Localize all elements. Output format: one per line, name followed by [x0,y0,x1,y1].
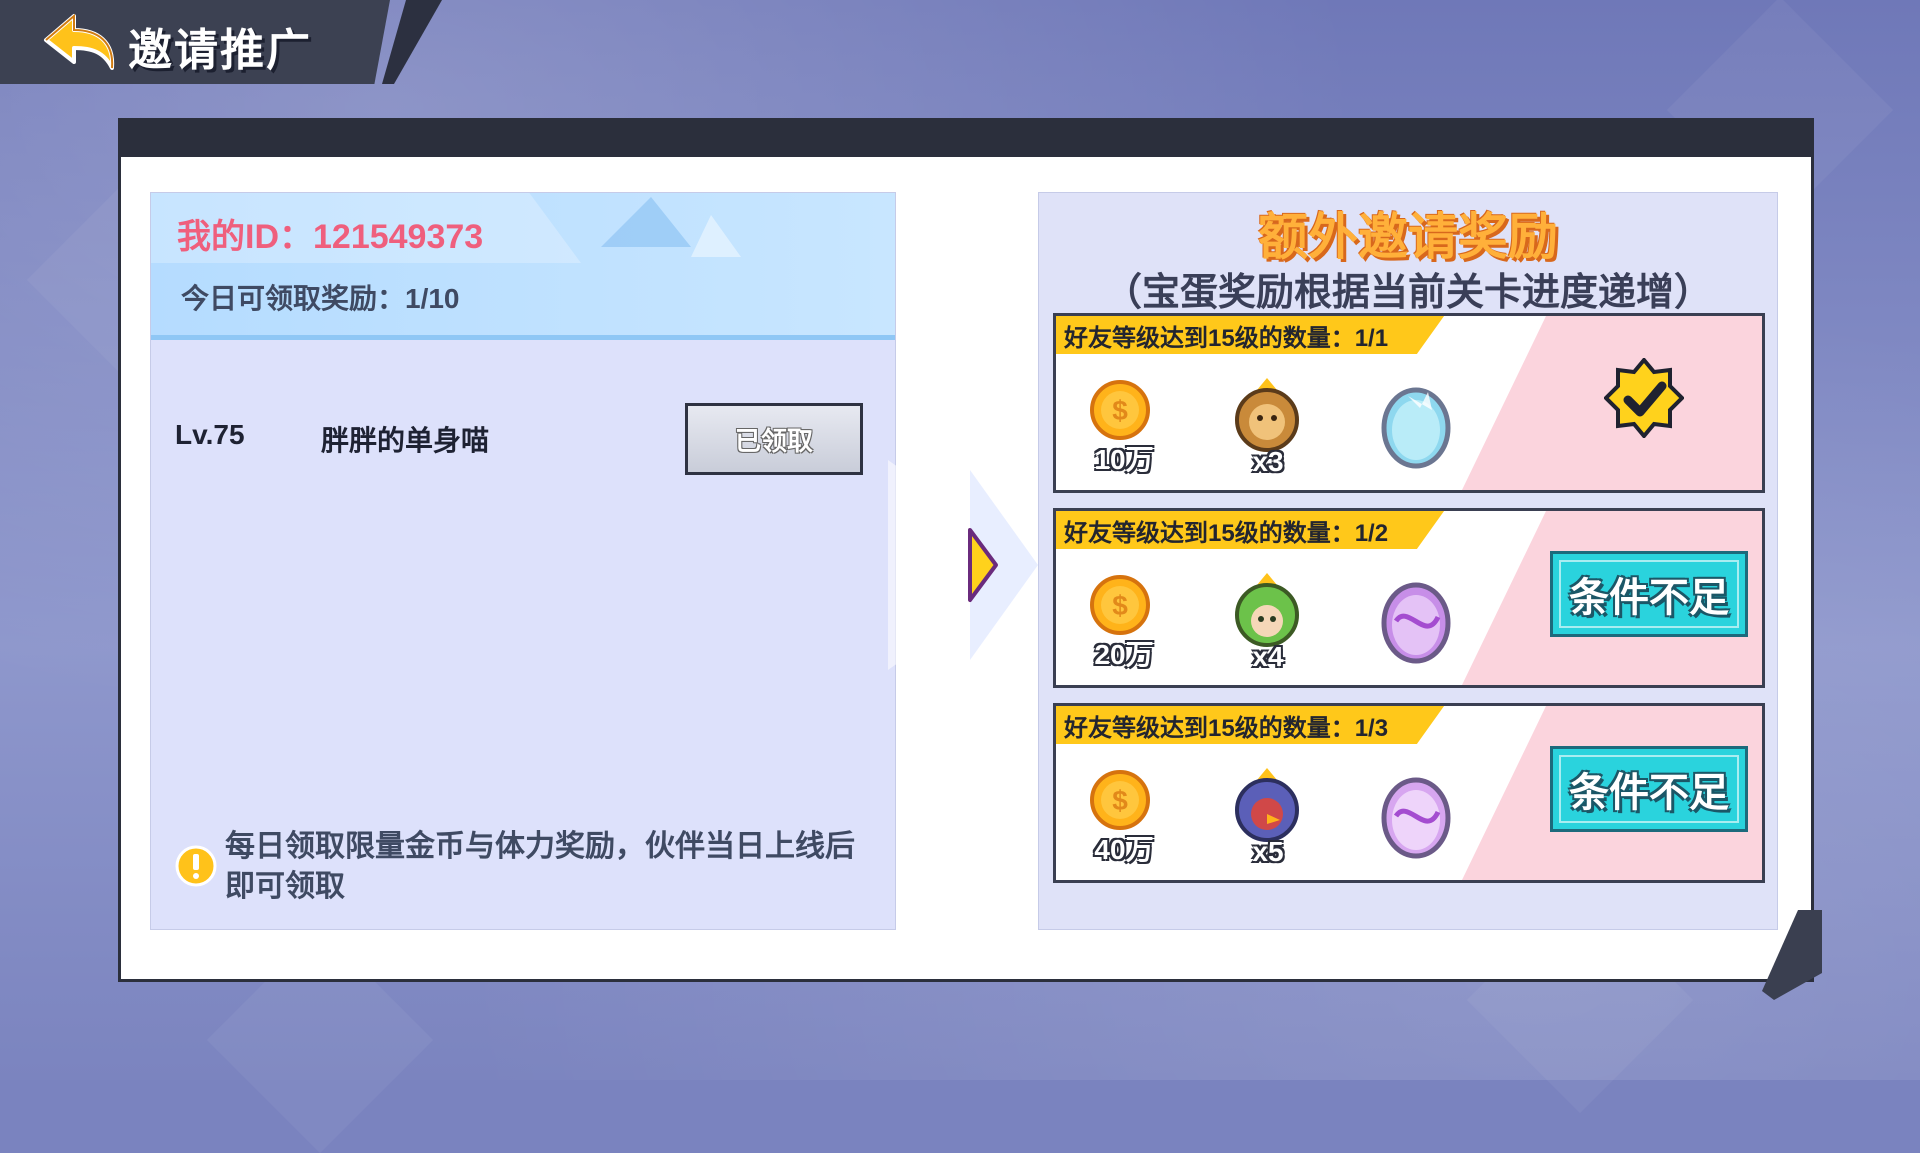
gold-reward: $ 20万 [1082,573,1166,673]
warning-icon [175,845,217,887]
purple-egg-icon [1381,777,1451,859]
condition-not-met-button[interactable]: 条件不足 [1550,551,1748,637]
invite-card: 我的ID：121549373 今日可领取奖励：1/10 Lv.75 胖胖的单身喵… [150,192,896,930]
page-title: 邀请推广 [128,26,312,75]
svg-text:$: $ [1112,395,1128,426]
extra-reward-title: 额外邀请奖励 [1258,209,1558,265]
friend-row: Lv.75 胖胖的单身喵 已领取 [175,403,875,483]
reward-condition: 好友等级达到15级的数量：1/3 [1056,706,1445,744]
bird-hero-icon [1235,768,1299,842]
extra-reward-card: 额外邀请奖励 （宝蛋奖励根据当前关卡进度递增） 好友等级达到15级的数量：1/1… [1038,192,1778,930]
reward-list: 好友等级达到15级的数量：1/1 $ 10万 x3 好友等级达到15级的数量：1… [1053,313,1765,898]
lion-hero-icon [1235,378,1299,452]
egg-reward [1372,768,1456,868]
hero-reward: x3 [1226,378,1310,478]
gold-reward: $ 10万 [1082,378,1166,478]
green-hair-hero-icon [1235,573,1299,647]
hero-reward: x4 [1226,573,1310,673]
hero-count: x4 [1252,641,1284,672]
blue-egg-icon [1381,387,1451,469]
reward-tier-3: 好友等级达到15级的数量：1/3 $ 40万 x5 条件不足 [1053,703,1765,883]
tip-text: 每日领取限量金币与体力奖励，伙伴当日上线后即可领取 [225,830,855,903]
gold-coin-icon: $ [1090,380,1150,440]
right-arrow-icon [888,460,1038,670]
condition-not-met-button[interactable]: 条件不足 [1550,746,1748,832]
gold-coin-icon: $ [1090,770,1150,830]
reward-tier-1: 好友等级达到15级的数量：1/1 $ 10万 x3 [1053,313,1765,493]
gold-reward: $ 40万 [1082,768,1166,868]
my-id: 我的ID：121549373 [177,218,484,256]
gold-amount: 40万 [1094,834,1154,865]
gold-coin-icon: $ [1090,575,1150,635]
hero-reward: x5 [1226,768,1310,868]
svg-text:$: $ [1112,590,1128,621]
hero-count: x3 [1252,446,1284,477]
svg-text:$: $ [1112,785,1128,816]
claimed-button[interactable]: 已领取 [685,403,863,475]
reward-condition: 好友等级达到15级的数量：1/1 [1056,316,1445,354]
triangle-decoration-icon [601,197,741,257]
panel-top-bar [121,121,1811,157]
invite-card-header: 我的ID：121549373 今日可领取奖励：1/10 [151,193,895,340]
gold-amount: 10万 [1094,444,1154,475]
hero-count: x5 [1252,836,1284,867]
extra-reward-subtitle: （宝蛋奖励根据当前关卡进度递增） [1103,272,1712,314]
egg-reward [1372,573,1456,673]
completed-check-icon [1604,358,1684,438]
reward-condition: 好友等级达到15级的数量：1/2 [1056,511,1445,549]
gold-amount: 20万 [1094,639,1154,670]
egg-reward [1372,378,1456,478]
purple-egg-icon [1381,582,1451,664]
friend-name: 胖胖的单身喵 [321,425,490,456]
back-arrow-icon[interactable] [40,10,120,74]
daily-reward-count: 今日可领取奖励：1/10 [181,283,460,314]
reward-tier-2: 好友等级达到15级的数量：1/2 $ 20万 x4 条件不足 [1053,508,1765,688]
friend-level: Lv.75 [175,419,245,450]
